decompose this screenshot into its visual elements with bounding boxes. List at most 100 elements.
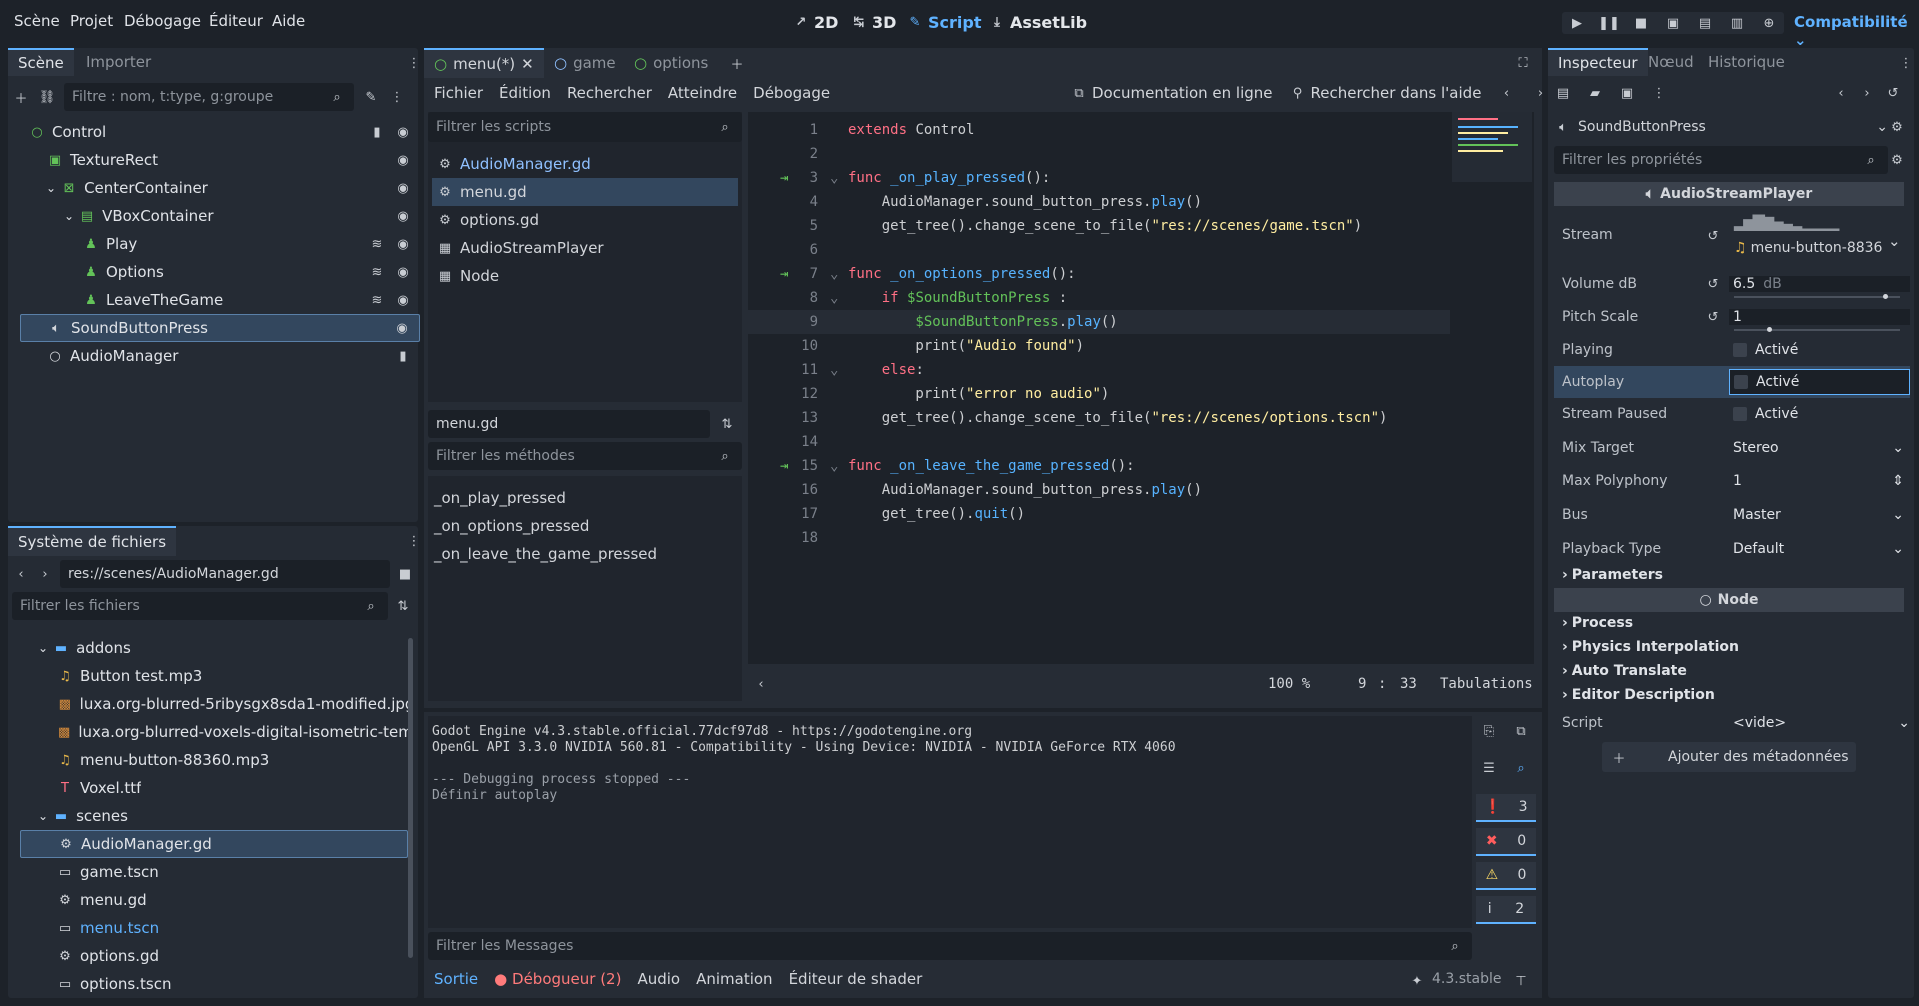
script-menu-debogage[interactable]: Débogage [753,84,830,102]
tab-noeud[interactable]: Nœud [1638,48,1704,76]
files-filter-input[interactable]: Filtrer les fichiers ⌕ [12,592,388,620]
save-icon[interactable]: ▣ [1618,84,1636,102]
chevron-down-icon[interactable]: ⌄ [38,809,48,823]
chevron-down-icon[interactable]: ⌄ [1888,232,1901,250]
script-property-value[interactable]: <vide> ⌄ [1729,715,1910,731]
workspace-script[interactable]: ✎ Script [906,13,982,32]
messages-filter-input[interactable]: Filtrer les Messages ⌕ [428,932,1472,960]
tab-scene[interactable]: Scène [8,48,74,76]
split-view-icon[interactable]: ■ [396,565,414,583]
history-icon[interactable]: ↺ [1884,84,1902,102]
visibility-eye-icon[interactable]: ◉ [394,235,412,253]
menu-scene[interactable]: Scène [14,12,60,30]
section-editor-description[interactable]: › Editor Description [1554,683,1910,707]
play-scene-icon[interactable]: ▤ [1696,14,1714,32]
scene-node-centercontainer[interactable]: ⌄ ⊠ CenterContainer ◉ [20,174,420,202]
add-tab-icon[interactable]: ＋ [728,54,746,73]
script-list-item[interactable]: ⚙ AudioManager.gd [432,150,738,178]
checkbox[interactable] [1733,343,1747,357]
back-icon[interactable]: ‹ [1832,84,1850,102]
renderer-select[interactable]: Compatibilité ⌄ [1794,13,1919,49]
toggle-panel-icon[interactable]: ‹ [752,675,770,693]
tab-importer[interactable]: Importer [76,48,161,76]
visibility-eye-icon[interactable]: ◉ [394,179,412,197]
script-menu-edition[interactable]: Édition [499,84,551,102]
file-item[interactable]: T Voxel.ttf [20,774,408,802]
section-parameters[interactable]: › Parameters [1554,563,1910,587]
property-value[interactable]: Master ⌄ [1729,507,1910,523]
property-value[interactable]: 1 ⇕ [1729,473,1910,489]
filter-editor-badge[interactable]: ⅰ2 [1476,896,1536,924]
scrollbar[interactable] [408,638,413,958]
remote-debug-icon[interactable]: ▣ [1664,14,1682,32]
tab-options[interactable]: ○ options [634,48,708,78]
file-item[interactable]: ♫ menu-button-88360.mp3 [20,746,408,774]
property-value[interactable]: Activé [1729,406,1910,422]
copy-icon[interactable]: ⎘ [1480,722,1498,740]
tab-debugger[interactable]: ● Débogueur (2) [494,970,621,988]
property-value[interactable]: Default ⌄ [1729,541,1910,557]
chevron-down-icon[interactable]: ⌄ [64,209,74,223]
add-metadata-button[interactable]: ＋ Ajouter des métadonnées [1602,742,1856,772]
signal-icon[interactable]: ≋ [368,291,386,309]
section-physics-interpolation[interactable]: › Physics Interpolation [1554,635,1910,659]
collapse-icon[interactable]: ☰ [1480,759,1498,777]
new-resource-icon[interactable]: ▤ [1554,84,1572,102]
signal-icon[interactable]: ≋ [368,263,386,281]
path-field[interactable]: res://scenes/AudioManager.gd [60,560,390,588]
fold-icon[interactable]: ⌄ [830,266,838,282]
file-item[interactable]: ⌄ ▬ scenes [20,802,408,830]
tab-audio[interactable]: Audio [637,970,680,988]
dock-menu-icon[interactable]: ⋮ [408,532,421,550]
sort-methods-icon[interactable]: ⇅ [718,415,736,433]
signal-connection-icon[interactable]: ⇥ [780,170,788,186]
play-icon[interactable]: ▶ [1568,14,1586,32]
pause-icon[interactable]: ❚❚ [1598,14,1620,32]
zoom-level[interactable]: 100 % [1268,676,1310,692]
property-value[interactable]: 6.5 dB [1729,276,1910,292]
script-menu-fichier[interactable]: Fichier [434,84,483,102]
fullscreen-icon[interactable]: ⛶ [1514,54,1532,72]
attach-script-icon[interactable]: ✎ [362,88,380,106]
methods-filter-input[interactable]: Filtrer les méthodes ⌕ [428,442,742,470]
workspace-assetlib[interactable]: ⤓ AssetLib [988,13,1087,32]
properties-filter-input[interactable]: Filtrer les propriétés ⌕ [1554,146,1888,174]
dock-menu-icon[interactable]: ⋮ [1900,54,1913,72]
menu-projet[interactable]: Projet [70,12,113,30]
forward-icon[interactable]: › [36,565,54,583]
workspace-2d[interactable]: ↗ 2D [792,13,839,32]
file-item[interactable]: ▭ options.tscn [20,970,408,998]
search-help-link[interactable]: ⚲ Rechercher dans l'aide [1289,84,1482,102]
method-item[interactable]: _on_options_pressed [428,512,742,540]
menu-debogage[interactable]: Débogage [124,12,201,30]
play-custom-scene-icon[interactable]: ▥ [1728,14,1746,32]
property-value[interactable]: 1 [1729,309,1910,325]
more-icon[interactable]: ⋮ [388,88,406,106]
inspector-settings-icon[interactable]: ⚙ [1888,151,1906,169]
scene-node-play[interactable]: ♟ Play ≋ ◉ [20,230,420,258]
file-item[interactable]: ⚙ AudioManager.gd [20,830,408,858]
script-list-item[interactable]: ▦ Node [432,262,738,290]
visibility-eye-icon[interactable]: ◉ [394,207,412,225]
spinner-arrows-icon[interactable]: ⇕ [1892,473,1904,489]
filter-warnings-badge[interactable]: ⚠ 0 [1476,862,1536,890]
chevron-down-icon[interactable]: ⌄ [46,181,56,195]
file-item[interactable]: ▩ luxa.org-blurred-5ribysgx8sda1-modified… [20,690,408,718]
section-process[interactable]: › Process [1554,611,1910,635]
indent-mode[interactable]: Tabulations [1440,676,1533,692]
file-item[interactable]: ▩ luxa.org-blurred-voxels-digital-isometr… [20,718,408,746]
slider-handle[interactable] [1767,327,1773,332]
tab-animation[interactable]: Animation [696,970,772,988]
back-icon[interactable]: ‹ [12,565,30,583]
movie-maker-icon[interactable]: ⊕ [1760,14,1778,32]
revert-icon[interactable]: ↺ [1704,275,1722,293]
tab-menu[interactable]: ○ menu(*) ✕ [424,48,544,78]
open-folder-icon[interactable]: ▰ [1586,84,1604,102]
file-item[interactable]: ⚙ menu.gd [20,886,408,914]
section-auto-translate[interactable]: › Auto Translate [1554,659,1910,683]
scene-node-texturerect[interactable]: ▣ TextureRect ◉ [20,146,420,174]
revert-icon[interactable]: ↺ [1704,227,1722,245]
visibility-eye-icon[interactable]: ◉ [393,319,411,337]
fold-icon[interactable]: ⌄ [830,290,838,306]
link-icon[interactable]: ⛓ [38,88,56,106]
